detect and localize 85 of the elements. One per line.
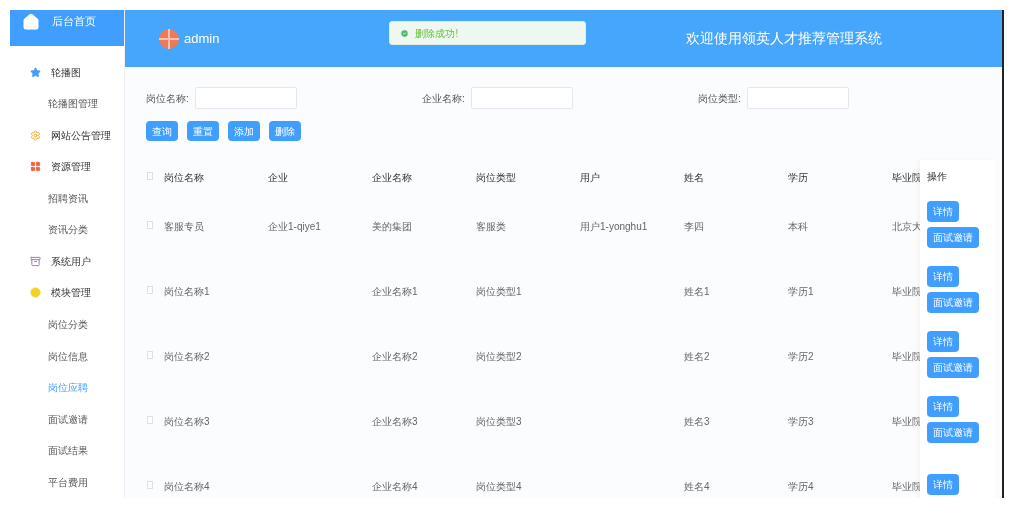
table-cell: 岗位类型3	[476, 415, 522, 427]
table-cell: 学历2	[788, 350, 814, 362]
column-header: 操作	[927, 169, 947, 184]
sidebar-subitem[interactable]: 岗位信息	[10, 340, 124, 372]
star-icon	[30, 66, 41, 78]
checkbox[interactable]	[147, 172, 153, 180]
sidebar-subitem[interactable]: 平台费用	[10, 466, 124, 498]
sidebar-subitem[interactable]: 轮播图管理	[10, 87, 124, 120]
checkbox[interactable]	[147, 350, 153, 359]
sidebar-subitem[interactable]: 岗位应聘	[10, 371, 124, 404]
action-button[interactable]: 删除	[269, 121, 301, 141]
sidebar-subitem[interactable]: 招聘资讯	[10, 182, 124, 215]
sidebar-item[interactable]: 轮播图	[10, 56, 124, 88]
table-cell: 企业名称2	[372, 350, 418, 362]
sidebar-subitem[interactable]: 面试结果	[10, 434, 124, 467]
column-header: 企业名称	[372, 172, 412, 183]
sidebar-item[interactable]: 资源管理	[10, 151, 124, 183]
checkbox[interactable]	[147, 415, 153, 424]
avatar-icon	[159, 28, 179, 49]
table-cell: 本科	[788, 220, 808, 232]
table-cell: 岗位名称4	[164, 480, 210, 492]
action-button[interactable]: 重置	[187, 121, 219, 141]
field-label: 岗位名称:	[146, 91, 190, 106]
user-name: admin	[184, 29, 220, 48]
table-cell: 企业名称3	[372, 415, 418, 427]
table-cell: 学历3	[788, 415, 814, 427]
column-header: 姓名	[684, 172, 704, 183]
table-cell: 客服专员	[164, 220, 204, 232]
table-cell: 企业名称1	[372, 285, 418, 297]
table-cell: 岗位名称3	[164, 415, 210, 427]
row-action-button[interactable]: 详情	[927, 474, 959, 495]
table-cell: 岗位名称1	[164, 285, 210, 297]
success-toast: 删除成功!	[389, 21, 587, 45]
sidebar-item[interactable]: 网站公告管理	[10, 119, 124, 151]
field-label: 岗位类型:	[698, 91, 742, 106]
column-header: 岗位类型	[476, 172, 516, 183]
column-header: 岗位名称	[164, 172, 204, 183]
table-cell: 姓名1	[684, 285, 710, 297]
row-action-button[interactable]: 详情	[927, 396, 959, 417]
action-button[interactable]: 添加	[228, 121, 260, 141]
grid-icon	[30, 161, 41, 173]
sidebar-subitem[interactable]: 资讯分类	[10, 214, 124, 246]
action-button[interactable]: 查询	[146, 121, 178, 141]
table-cell: 学历1	[788, 285, 814, 297]
column-header: 企业	[268, 172, 288, 183]
row-action-button[interactable]: 详情	[927, 201, 959, 222]
checkbox[interactable]	[147, 285, 153, 294]
search-field[interactable]	[747, 87, 849, 109]
sidebar-subitem[interactable]: 面试邀请	[10, 403, 124, 435]
table-cell: 学历4	[788, 480, 814, 492]
table-cell: 用户1-yonghu1	[580, 220, 648, 232]
table-cell: 企业名称4	[372, 480, 418, 492]
table-cell: 岗位类型2	[476, 350, 522, 362]
check-icon	[400, 28, 410, 38]
table-cell: 姓名2	[684, 350, 710, 362]
table-cell: 美的集团	[372, 220, 412, 232]
row-action-button[interactable]: 详情	[927, 266, 959, 287]
table-cell: 岗位类型1	[476, 285, 522, 297]
sidebar-subitem[interactable]: 岗位分类	[10, 308, 124, 341]
table-cell: 客服类	[476, 220, 506, 232]
row-action-button[interactable]: 详情	[927, 331, 959, 352]
sidebar-home[interactable]: 后台首页	[10, 10, 124, 46]
column-header: 用户	[580, 172, 600, 183]
row-action-button[interactable]: 面试邀请	[927, 357, 979, 378]
gear-icon	[30, 129, 41, 141]
checkbox[interactable]	[147, 220, 153, 229]
table-cell: 姓名3	[684, 415, 710, 427]
sidebar-item[interactable]: 系统用户	[10, 245, 124, 278]
column-header: 学历	[788, 172, 808, 183]
field-label: 企业名称:	[422, 91, 466, 106]
sidebar-item[interactable]: 模块管理	[10, 277, 124, 309]
table-cell: 岗位名称2	[164, 350, 210, 362]
search-field[interactable]	[471, 87, 573, 109]
system-title: 欢迎使用领英人才推荐管理系统	[686, 29, 883, 48]
table-cell: 岗位类型4	[476, 480, 522, 492]
search-field[interactable]	[195, 87, 297, 109]
checkbox[interactable]	[147, 480, 153, 489]
row-action-button[interactable]: 面试邀请	[927, 292, 979, 313]
row-action-button[interactable]: 面试邀请	[927, 227, 979, 248]
archive-icon	[30, 255, 41, 267]
house-icon	[22, 13, 40, 31]
table-cell: 企业1-qiye1	[268, 220, 321, 232]
table-cell: 姓名4	[684, 480, 710, 492]
row-action-button[interactable]: 面试邀请	[927, 422, 979, 443]
table-cell: 李四	[684, 220, 704, 232]
